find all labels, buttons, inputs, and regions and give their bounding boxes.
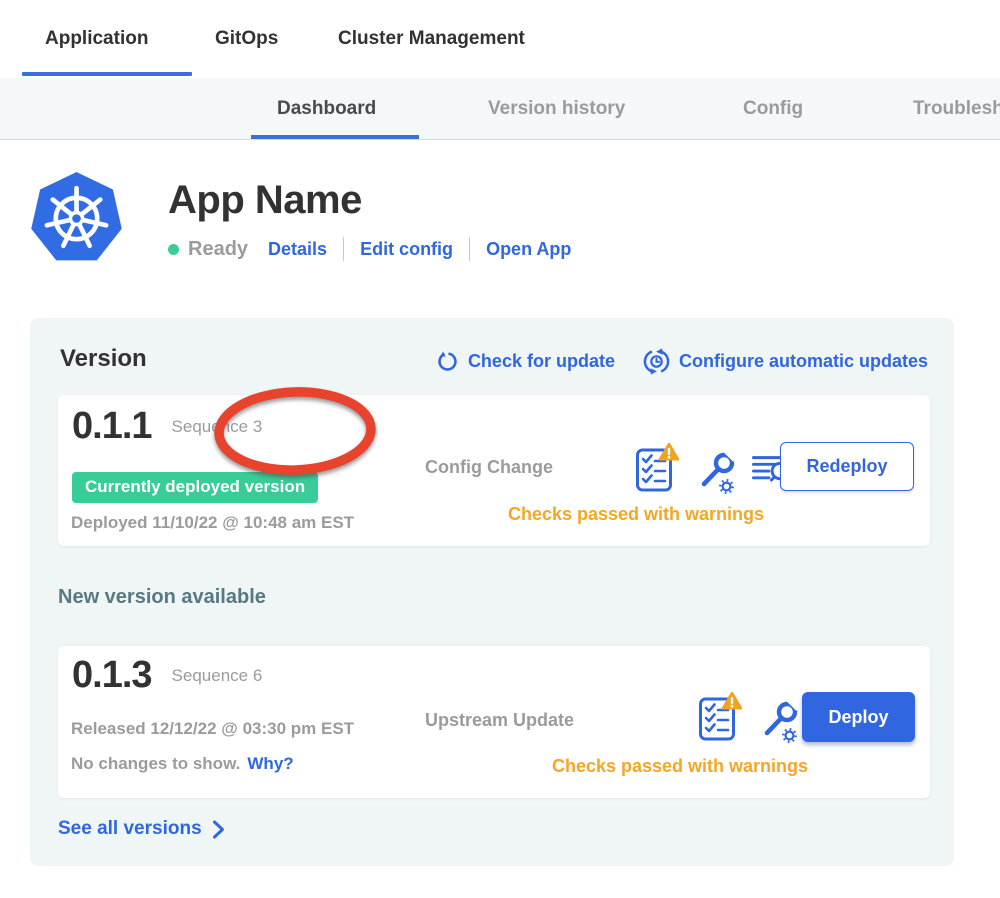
currently-deployed-badge: Currently deployed version <box>72 472 318 503</box>
page-title: App Name <box>168 178 571 223</box>
tab-application-label: Application <box>45 28 148 50</box>
tab-dashboard-label: Dashboard <box>277 98 376 120</box>
tab-application[interactable]: Application <box>45 0 148 78</box>
see-all-versions-label: See all versions <box>58 818 202 840</box>
tab-gitops-label: GitOps <box>215 28 278 50</box>
available-version-sequence: Sequence 6 <box>172 666 263 686</box>
deployed-timestamp: Deployed 11/10/22 @ 10:48 am EST <box>71 513 354 533</box>
divider <box>343 237 344 261</box>
kubernetes-logo-icon <box>28 170 125 267</box>
redeploy-button[interactable]: Redeploy <box>780 442 914 491</box>
wrench-gear-icon[interactable] <box>694 451 736 495</box>
check-for-update-label: Check for update <box>468 351 615 372</box>
released-timestamp: Released 12/12/22 @ 03:30 pm EST <box>71 719 354 739</box>
status-badge: Ready <box>188 238 248 261</box>
preflight-checks-icon[interactable] <box>698 692 742 742</box>
no-changes-text: No changes to show. <box>71 754 240 774</box>
details-link[interactable]: Details <box>268 239 327 260</box>
tab-dashboard[interactable]: Dashboard <box>277 78 376 139</box>
checks-status-text: Checks passed with warnings <box>510 756 850 777</box>
version-section-title: Version <box>60 345 147 373</box>
configure-automatic-updates-link[interactable]: Configure automatic updates <box>643 348 928 375</box>
edit-config-link[interactable]: Edit config <box>360 239 453 260</box>
preflight-checks-icon[interactable] <box>635 443 679 493</box>
open-app-link[interactable]: Open App <box>486 239 571 260</box>
tab-version-history-label: Version history <box>488 98 625 120</box>
current-version-sequence: Sequence 3 <box>172 417 263 437</box>
divider <box>469 237 470 261</box>
version-type-label: Upstream Update <box>425 710 574 731</box>
tab-cluster-management-label: Cluster Management <box>338 28 525 50</box>
primary-nav: Application GitOps Cluster Management <box>0 0 1000 78</box>
wrench-gear-icon[interactable] <box>757 700 799 744</box>
available-version-number: 0.1.3 <box>72 654 152 697</box>
auto-update-clock-icon <box>643 348 670 375</box>
tab-version-history[interactable]: Version history <box>488 78 625 139</box>
tab-cluster-management[interactable]: Cluster Management <box>338 0 525 78</box>
secondary-nav: Dashboard Version history Config Trouble… <box>0 78 1000 140</box>
check-for-update-link[interactable]: Check for update <box>436 350 615 373</box>
app-dashboard-page: Application GitOps Cluster Management Da… <box>0 0 1000 898</box>
available-version-card: 0.1.3 Sequence 6 Released 12/12/22 @ 03:… <box>58 646 930 798</box>
tab-config[interactable]: Config <box>743 78 803 139</box>
tab-troubleshoot[interactable]: Troubleshoot <box>913 78 1000 139</box>
tab-config-label: Config <box>743 98 803 120</box>
new-version-heading: New version available <box>58 586 266 609</box>
tab-gitops[interactable]: GitOps <box>215 0 278 78</box>
checks-status-text: Checks passed with warnings <box>466 504 806 525</box>
why-link[interactable]: Why? <box>247 754 293 774</box>
active-subtab-underline <box>251 135 419 139</box>
configure-automatic-updates-label: Configure automatic updates <box>679 351 928 372</box>
current-version-number: 0.1.1 <box>72 405 152 448</box>
deploy-button[interactable]: Deploy <box>802 692 915 742</box>
version-type-label: Config Change <box>425 457 553 478</box>
tab-troubleshoot-label: Troubleshoot <box>913 98 1000 120</box>
version-panel: Version Check for update <box>30 318 954 866</box>
chevron-right-icon <box>212 819 225 840</box>
status-dot <box>168 244 179 255</box>
app-header: App Name Ready Details Edit config Open … <box>28 170 571 267</box>
active-tab-underline <box>22 72 192 76</box>
see-all-versions-link[interactable]: See all versions <box>58 818 225 840</box>
refresh-icon <box>436 350 459 373</box>
current-version-card: 0.1.1 Sequence 3 Currently deployed vers… <box>58 395 930 546</box>
